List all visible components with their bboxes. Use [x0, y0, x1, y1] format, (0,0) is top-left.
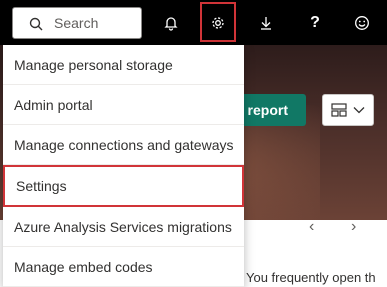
gear-icon — [212, 17, 224, 29]
feedback-button[interactable] — [345, 6, 379, 40]
search-icon — [29, 17, 43, 31]
settings-button[interactable] — [201, 6, 235, 40]
menu-item-azure-analysis-services-migrations[interactable]: Azure Analysis Services migrations — [3, 207, 244, 247]
top-bar: Search ? — [0, 0, 387, 45]
menu-item-manage-personal-storage[interactable]: Manage personal storage — [3, 45, 244, 85]
prev-arrow-icon[interactable]: ‹ — [309, 218, 314, 236]
settings-menu: Manage personal storage Admin portal Man… — [3, 45, 244, 287]
menu-item-settings[interactable]: Settings — [3, 165, 244, 207]
download-icon — [261, 17, 271, 30]
menu-item-manage-connections-gateways[interactable]: Manage connections and gateways — [3, 125, 244, 165]
notifications-button[interactable] — [154, 6, 188, 40]
next-arrow-icon[interactable]: › — [351, 218, 356, 236]
chevron-down-icon — [353, 107, 365, 114]
layout-icon — [331, 103, 347, 117]
smiley-icon — [355, 16, 369, 30]
view-toggle-button[interactable] — [322, 94, 374, 126]
menu-item-admin-portal[interactable]: Admin portal — [3, 85, 244, 125]
download-button[interactable] — [249, 6, 283, 40]
search-box[interactable]: Search — [12, 7, 142, 39]
help-icon: ? — [310, 14, 320, 31]
bell-icon — [164, 17, 178, 31]
search-placeholder: Search — [54, 15, 99, 31]
help-button[interactable]: ? — [298, 6, 332, 40]
menu-item-manage-embed-codes[interactable]: Manage embed codes — [3, 247, 244, 287]
recent-hint-text: You frequently open th — [246, 270, 376, 285]
